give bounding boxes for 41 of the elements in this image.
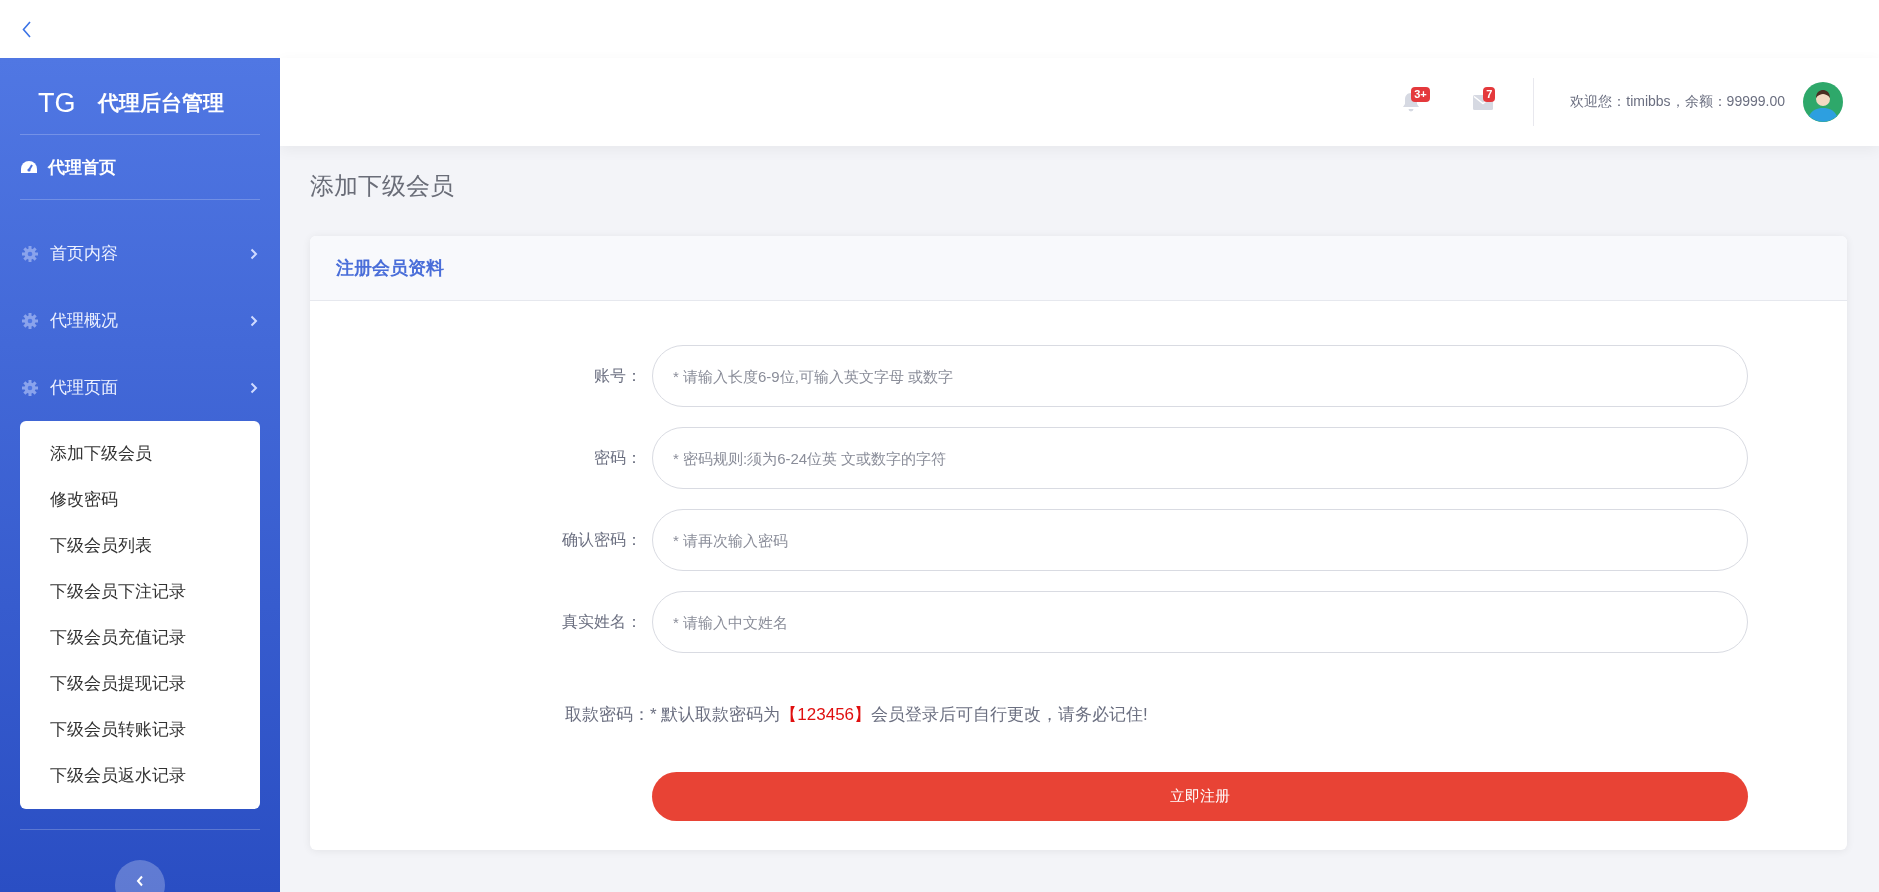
gauge-icon [20,160,38,174]
chevron-icon [250,381,258,394]
chevron-left-icon [136,875,144,887]
gear-icon [22,312,38,329]
app-title: 代理后台管理 [97,90,224,116]
gear-icon [22,245,38,262]
message-badge: 7 [1483,87,1496,102]
page-title: 添加下级会员 [310,171,455,201]
field-label: 账号： [593,365,643,386]
chevron-icon [250,314,258,327]
submenu-item[interactable]: 下级会员列表 [20,523,260,569]
submenu-item[interactable]: 下级会员转账记录 [20,707,260,753]
submenu-item[interactable]: 添加下级会员 [20,431,260,477]
submenu-item[interactable]: 下级会员提现记录 [20,661,260,707]
notification-badge: 3+ [1411,87,1430,102]
back-icon[interactable] [22,20,32,38]
gear-icon [22,379,38,396]
withdrawal-password-note: 取款密码：* 默认取款密码为【123456】会员登录后可自行更改，请务必记住! [564,704,1149,726]
register-button[interactable]: 立即注册 [652,772,1748,821]
sidebar-item[interactable]: 首页内容 [0,220,280,287]
chevron-icon [250,247,258,260]
card-title: 注册会员资料 [336,257,444,280]
submenu-item[interactable]: 下级会员返水记录 [20,753,260,799]
avatar-icon[interactable] [1803,82,1843,122]
sidebar-item[interactable]: 代理概况 [0,287,280,354]
field-label: 真实姓名： [561,611,643,632]
submenu-item[interactable]: 下级会员充值记录 [20,615,260,661]
welcome-text: 欢迎您：timibbs，余额：99999.00 [1570,93,1785,111]
field-label: 确认密码： [561,529,643,550]
input-field[interactable]: * 请输入中文姓名 [652,591,1748,653]
notifications-button[interactable]: 3+ [1391,87,1432,117]
sidebar-item[interactable]: 代理页面 [0,354,280,421]
submenu-item[interactable]: 下级会员下注记录 [20,569,260,615]
input-field[interactable]: * 密码规则:须为6-24位英 文或数字的字符 [652,427,1748,489]
input-field[interactable]: * 请输入长度6-9位,可输入英文字母 或数字 [652,345,1748,407]
submenu-item[interactable]: 修改密码 [20,477,260,523]
sidebar-item[interactable]: 代理首页 [0,135,280,199]
input-field[interactable]: * 请再次输入密码 [652,509,1748,571]
field-label: 密码： [593,447,643,468]
logo-text: TG [38,87,76,119]
messages-button[interactable]: 7 [1463,87,1504,117]
